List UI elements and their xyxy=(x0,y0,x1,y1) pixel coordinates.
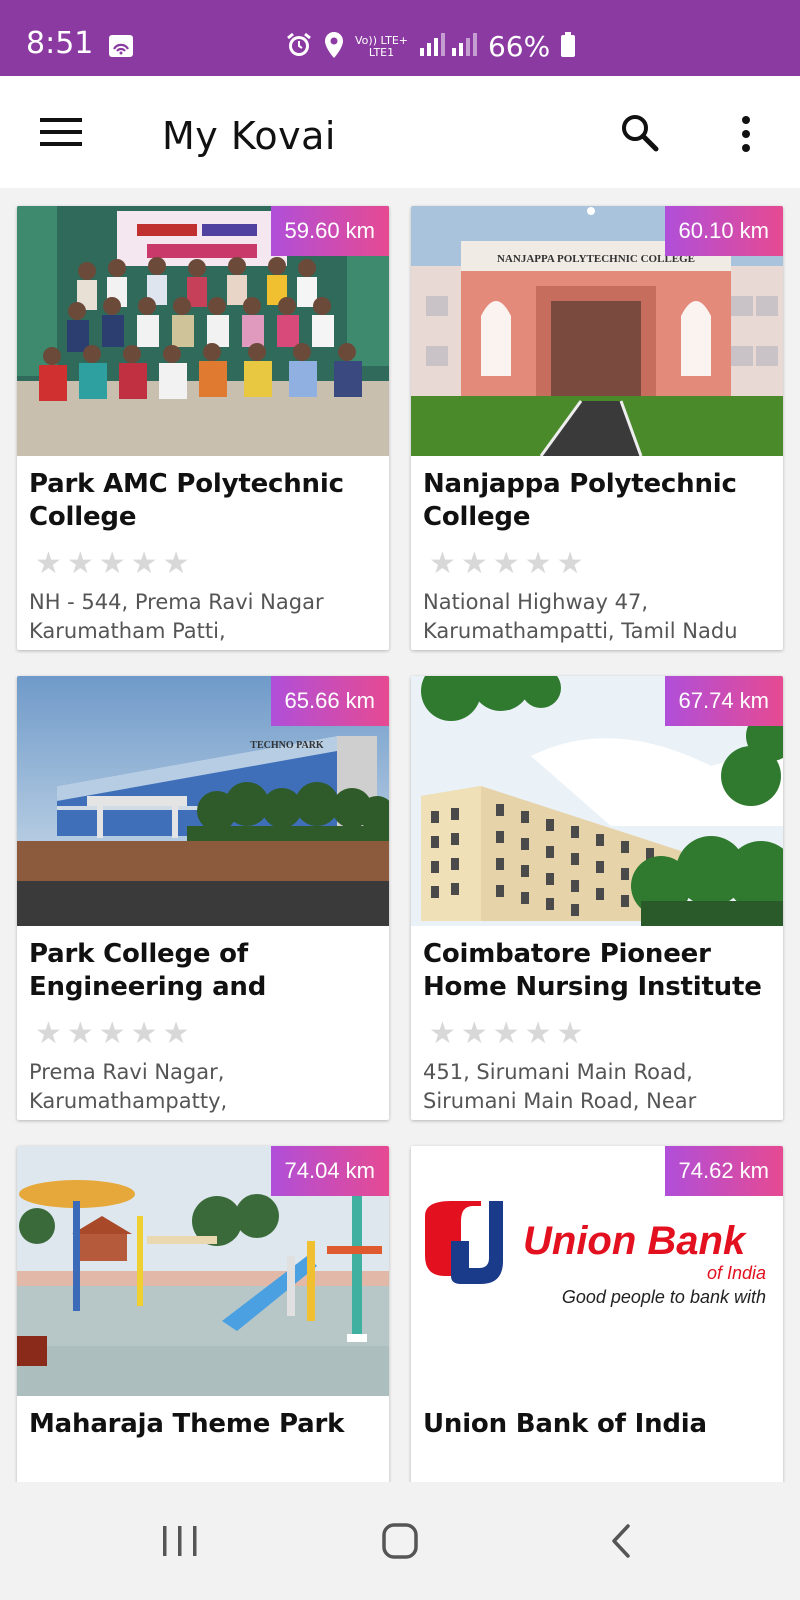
bank-logo-sub: of India xyxy=(707,1263,766,1283)
listing-card[interactable]: NANJAPPA POLYTECHNIC COLLEGE 60.10 km Na… xyxy=(411,206,783,650)
distance-badge: 60.10 km xyxy=(664,206,783,256)
recents-icon[interactable] xyxy=(155,1522,205,1562)
listing-card[interactable]: 67.74 km Coimbatore Pioneer Home Nursing… xyxy=(411,676,783,1120)
back-icon[interactable] xyxy=(600,1522,650,1562)
system-nav-bar xyxy=(0,1482,800,1600)
listing-address: Prema Ravi Nagar, Karumathampatty, xyxy=(29,1060,228,1113)
distance-badge: 74.62 km xyxy=(664,1146,783,1196)
listing-card[interactable]: TECHNO PARK 65.66 km Park College of Eng… xyxy=(17,676,389,1120)
status-time: 8:51 xyxy=(26,26,94,61)
network-bottom: LTE1 xyxy=(368,45,395,59)
listing-title[interactable]: Park AMC Polytechnic College xyxy=(29,468,379,534)
listing-title[interactable]: Park College of Engineering and xyxy=(29,938,379,1004)
bank-logo-name: Union Bank xyxy=(523,1219,747,1263)
listing-address: National Highway 47, Karumathampatti, Ta… xyxy=(423,590,738,643)
page-title: My Kovai xyxy=(162,114,336,158)
battery-icon xyxy=(560,31,576,62)
listing-title[interactable]: Union Bank of India xyxy=(423,1408,773,1441)
distance-badge: 74.04 km xyxy=(270,1146,389,1196)
alarm-icon xyxy=(285,31,313,63)
listing-address: 451, Sirumani Main Road, Sirumani Main R… xyxy=(423,1060,697,1113)
search-icon[interactable] xyxy=(620,113,660,153)
distance-badge: 59.60 km xyxy=(270,206,389,256)
listing-grid[interactable]: 59.60 km Park AMC Polytechnic College ★★… xyxy=(0,188,800,1482)
more-vert-icon[interactable] xyxy=(736,114,756,154)
home-icon[interactable] xyxy=(376,1522,426,1562)
rating-stars[interactable]: ★★★★★ xyxy=(429,1016,588,1051)
listing-title[interactable]: Maharaja Theme Park xyxy=(29,1408,379,1441)
building-banner-text: TECHNO PARK xyxy=(250,740,324,751)
status-bar: 8:51 Vo)) LTE+ LTE1 66% xyxy=(0,0,800,76)
listing-address: NH - 544, Prema Ravi Nagar Karumatham Pa… xyxy=(29,590,324,643)
listing-card[interactable]: Union Bank of India Good people to bank … xyxy=(411,1146,783,1482)
menu-icon[interactable] xyxy=(40,117,84,147)
qr-icon xyxy=(108,34,134,63)
distance-badge: 65.66 km xyxy=(270,676,389,726)
signal-icon xyxy=(418,32,478,62)
listing-title[interactable]: Nanjappa Polytechnic College xyxy=(423,468,773,534)
listing-title[interactable]: Coimbatore Pioneer Home Nursing Institut… xyxy=(423,938,773,1004)
listing-card[interactable]: 74.04 km Maharaja Theme Park ★★★★★ xyxy=(17,1146,389,1482)
network-label: Vo)) LTE+ LTE1 xyxy=(355,33,408,59)
distance-badge: 67.74 km xyxy=(664,676,783,726)
battery-percent: 66% xyxy=(487,30,551,63)
rating-stars[interactable]: ★★★★★ xyxy=(429,546,588,581)
rating-stars[interactable]: ★★★★★ xyxy=(35,1016,194,1051)
bank-tagline: Good people to bank with xyxy=(562,1287,766,1307)
network-top: Vo)) LTE+ xyxy=(355,33,408,47)
rating-stars[interactable]: ★★★★★ xyxy=(35,546,194,581)
listing-card[interactable]: 59.60 km Park AMC Polytechnic College ★★… xyxy=(17,206,389,650)
location-icon xyxy=(323,31,345,63)
app-bar: My Kovai xyxy=(0,76,800,188)
